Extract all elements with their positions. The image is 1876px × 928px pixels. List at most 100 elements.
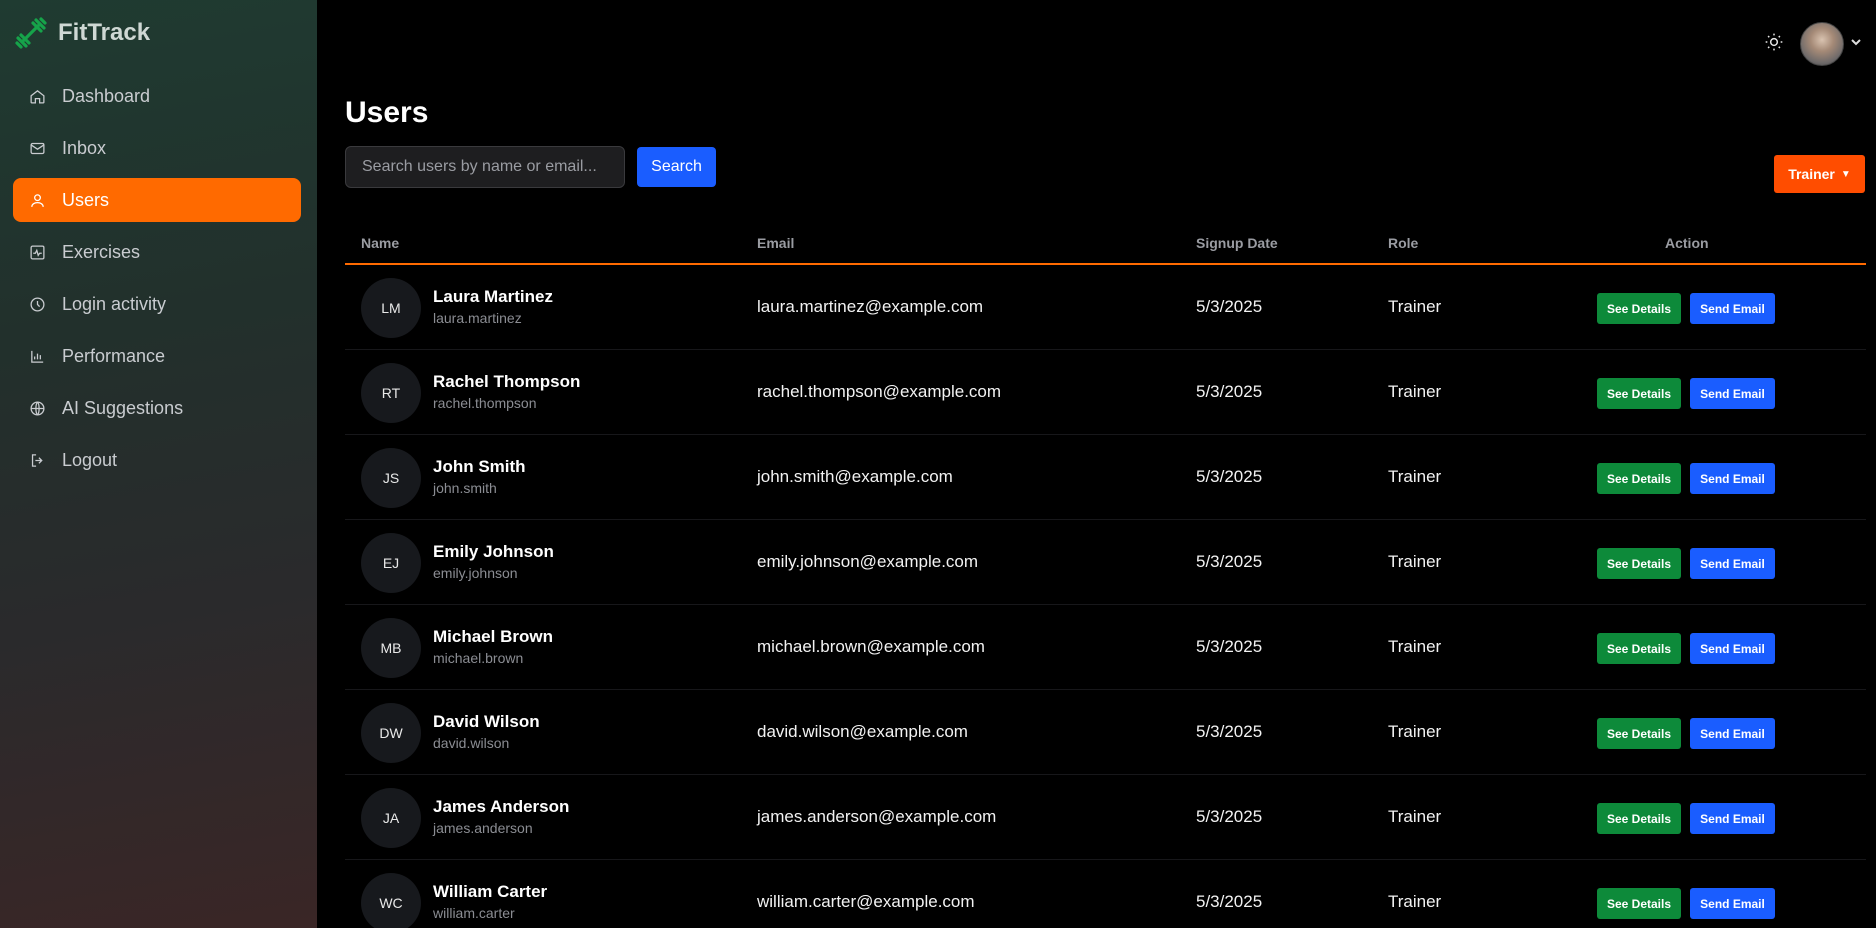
- user-role: Trainer: [1388, 722, 1442, 741]
- home-icon: [28, 87, 46, 105]
- clock-icon: [28, 295, 46, 313]
- see-details-button[interactable]: See Details: [1597, 718, 1681, 749]
- send-email-button[interactable]: Send Email: [1690, 803, 1775, 834]
- column-header-name: Name: [361, 235, 400, 251]
- page-title: Users: [345, 96, 429, 129]
- users-table: Name Email Signup Date Role Action LM Lau…: [345, 225, 1866, 928]
- sidebar-item-logout[interactable]: Logout: [13, 438, 301, 482]
- sidebar-item-performance[interactable]: Performance: [13, 334, 301, 378]
- activity-icon: [28, 243, 46, 261]
- user-role: Trainer: [1388, 892, 1442, 911]
- user-email: john.smith@example.com: [757, 467, 953, 486]
- see-details-button[interactable]: See Details: [1597, 548, 1681, 579]
- table-header: Name Email Signup Date Role Action: [345, 225, 1866, 265]
- dumbbell-icon: [14, 16, 48, 50]
- sidebar-item-dashboard[interactable]: Dashboard: [13, 74, 301, 118]
- globe-icon: [28, 399, 46, 417]
- table-row: JS John Smith john.smith john.smith@example…: [345, 435, 1866, 520]
- search-input[interactable]: [345, 146, 625, 188]
- user-handle: rachel.thompson: [433, 395, 537, 411]
- user-name: Emily Johnson: [433, 542, 554, 561]
- sidebar-item-exercises[interactable]: Exercises: [13, 230, 301, 274]
- see-details-button[interactable]: See Details: [1597, 888, 1681, 919]
- signup-date: 5/3/2025: [1196, 722, 1263, 741]
- user-name: William Carter: [433, 882, 548, 901]
- brand[interactable]: FitTrack: [14, 16, 150, 50]
- send-email-button[interactable]: Send Email: [1690, 548, 1775, 579]
- signup-date: 5/3/2025: [1196, 382, 1263, 401]
- theme-toggle-button[interactable]: [1764, 32, 1788, 56]
- see-details-button[interactable]: See Details: [1597, 463, 1681, 494]
- sidebar-item-label: Exercises: [62, 241, 141, 262]
- table-row: DW David Wilson david.wilson david.wilson@e…: [345, 690, 1866, 775]
- user-email: emily.johnson@example.com: [757, 552, 979, 571]
- user-handle: emily.johnson: [433, 565, 518, 581]
- user-name: Laura Martinez: [433, 287, 553, 306]
- user-handle: laura.martinez: [433, 310, 522, 326]
- signup-date: 5/3/2025: [1196, 892, 1263, 911]
- user-name: James Anderson: [433, 797, 570, 816]
- search-button[interactable]: Search: [637, 147, 716, 187]
- user-name: John Smith: [433, 457, 526, 476]
- user-role: Trainer: [1388, 382, 1442, 401]
- column-header-action: Action: [1665, 235, 1709, 251]
- send-email-button[interactable]: Send Email: [1690, 463, 1775, 494]
- user-email: david.wilson@example.com: [757, 722, 968, 741]
- user-role: Trainer: [1388, 637, 1442, 656]
- sidebar-item-label: Logout: [62, 449, 118, 470]
- user-initials-avatar: EJ: [361, 533, 421, 593]
- user-initials-avatar: DW: [361, 703, 421, 763]
- avatar[interactable]: [1800, 22, 1844, 66]
- user-email: james.anderson@example.com: [757, 807, 997, 826]
- column-header-signup-date: Signup Date: [1196, 235, 1278, 251]
- user-name: David Wilson: [433, 712, 540, 731]
- sidebar-nav: Dashboard Inbox Users Exercises Login ac…: [13, 74, 301, 490]
- see-details-button[interactable]: See Details: [1597, 803, 1681, 834]
- table-body: LM Laura Martinez laura.martinez laura.mart…: [345, 265, 1866, 928]
- sidebar-item-inbox[interactable]: Inbox: [13, 126, 301, 170]
- table-row: MB Michael Brown michael.brown michael.brow…: [345, 605, 1866, 690]
- user-initials-avatar: WC: [361, 873, 421, 928]
- sidebar-item-label: Performance: [62, 345, 166, 366]
- user-name: Michael Brown: [433, 627, 553, 646]
- see-details-button[interactable]: See Details: [1597, 293, 1681, 324]
- send-email-button[interactable]: Send Email: [1690, 633, 1775, 664]
- brand-name: FitTrack: [58, 19, 151, 46]
- caret-down-icon: ▼: [1840, 168, 1851, 180]
- user-name: Rachel Thompson: [433, 372, 581, 391]
- column-header-role: Role: [1388, 235, 1419, 251]
- sidebar-item-login-activity[interactable]: Login activity: [13, 282, 301, 326]
- sun-icon: [1764, 33, 1784, 56]
- bar-chart-icon: [28, 347, 46, 365]
- see-details-button[interactable]: See Details: [1597, 633, 1681, 664]
- signup-date: 5/3/2025: [1196, 297, 1263, 316]
- user-email: william.carter@example.com: [757, 892, 975, 911]
- send-email-button[interactable]: Send Email: [1690, 293, 1775, 324]
- user-initials-avatar: RT: [361, 363, 421, 423]
- user-email: rachel.thompson@example.com: [757, 382, 1002, 401]
- role-filter-dropdown[interactable]: Trainer ▼: [1774, 155, 1865, 193]
- send-email-button[interactable]: Send Email: [1690, 378, 1775, 409]
- send-email-button[interactable]: Send Email: [1690, 888, 1775, 919]
- user-handle: john.smith: [433, 480, 497, 496]
- user-handle: michael.brown: [433, 650, 524, 666]
- user-handle: james.anderson: [433, 820, 533, 836]
- table-row: JA James Anderson james.anderson james.ande…: [345, 775, 1866, 860]
- user-initials-avatar: MB: [361, 618, 421, 678]
- signup-date: 5/3/2025: [1196, 807, 1263, 826]
- sidebar-item-ai-suggestions[interactable]: AI Suggestions: [13, 386, 301, 430]
- chevron-down-icon: [1850, 35, 1862, 53]
- user-role: Trainer: [1388, 552, 1442, 571]
- send-email-button[interactable]: Send Email: [1690, 718, 1775, 749]
- user-initials-avatar: LM: [361, 278, 421, 338]
- sidebar-item-users[interactable]: Users: [13, 178, 301, 222]
- table-row: WC William Carter william.carter william.ca…: [345, 860, 1866, 928]
- sidebar-item-label: AI Suggestions: [62, 397, 184, 418]
- user-role: Trainer: [1388, 807, 1442, 826]
- user-menu[interactable]: [1800, 22, 1862, 66]
- sidebar-item-label: Inbox: [62, 137, 107, 158]
- sidebar-item-label: Login activity: [62, 293, 167, 314]
- see-details-button[interactable]: See Details: [1597, 378, 1681, 409]
- logout-icon: [28, 451, 46, 469]
- user-initials-avatar: JS: [361, 448, 421, 508]
